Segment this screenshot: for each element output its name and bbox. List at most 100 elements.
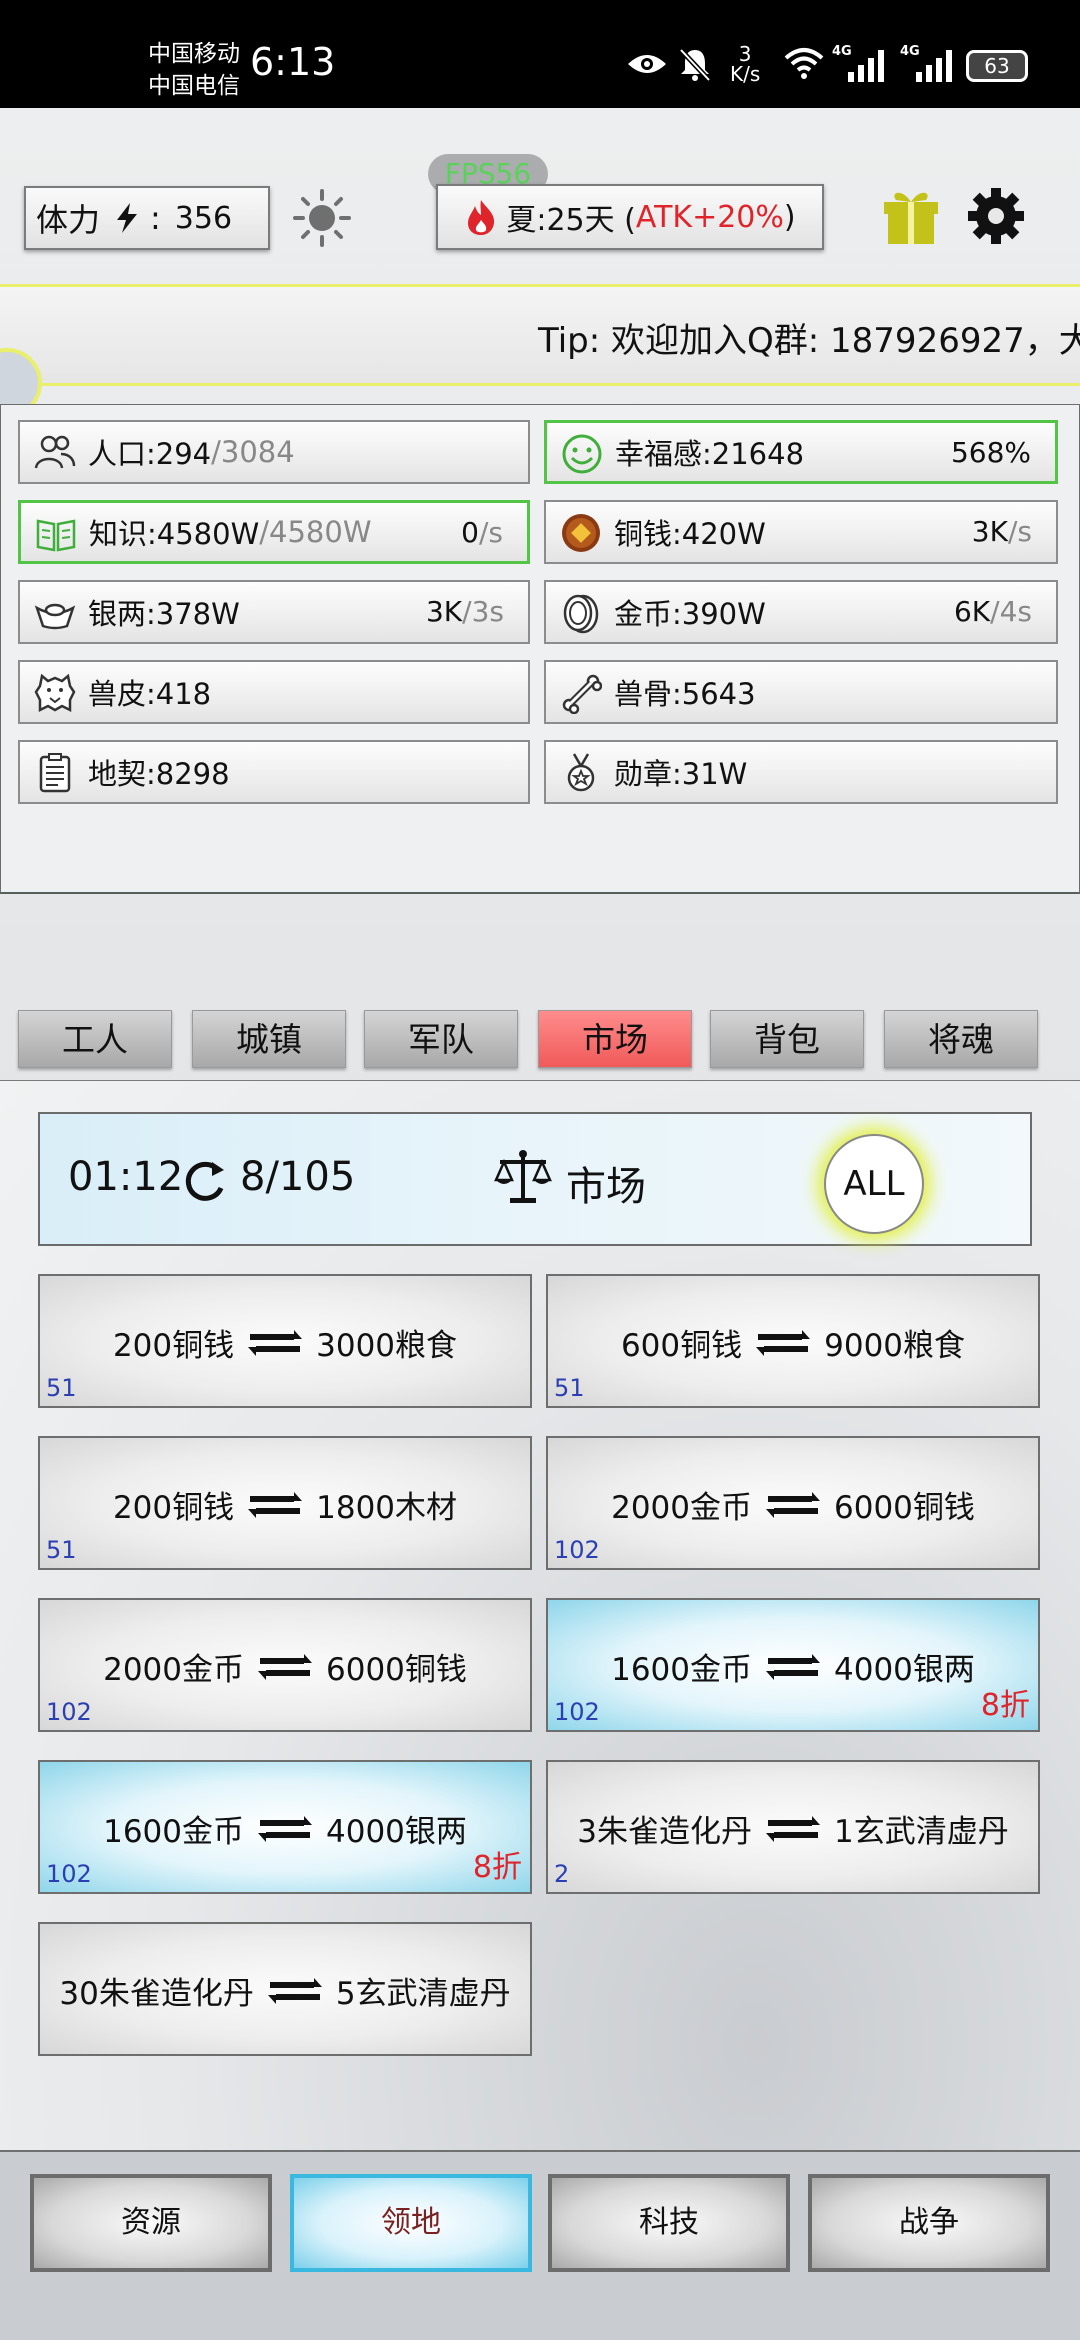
trade-card[interactable]: 3朱雀造化丹 1玄武清虚丹 2 [546, 1760, 1040, 1894]
eye-icon [628, 55, 666, 73]
swap-arrows-icon [766, 1654, 820, 1680]
swap-arrows-icon [258, 1816, 312, 1842]
gift-icon[interactable] [882, 186, 940, 246]
trade-card[interactable]: 30朱雀造化丹 5玄武清虚丹 [38, 1922, 532, 2056]
nav-war[interactable]: 战争 [808, 2174, 1050, 2272]
discount-badge: 8折 [980, 1688, 1030, 1723]
stamina-value: 356 [174, 200, 233, 236]
rate-value: 0 [461, 516, 479, 549]
sun-icon[interactable] [292, 188, 352, 248]
net-speed-value: 3 [738, 42, 752, 66]
net-speed-unit: K/s [730, 62, 761, 86]
trade-count: 102 [554, 1536, 600, 1564]
resource-label: 金币:390W [614, 597, 766, 631]
refresh-count: 8/105 [240, 1154, 356, 1200]
silver-ingot-icon [34, 603, 76, 630]
book-icon [36, 519, 76, 552]
resource-label: 人口:294 [88, 437, 212, 471]
copper-coin-icon [562, 514, 600, 552]
resource-label: 银两:378W [88, 597, 240, 631]
resource-rate: 3K/3s [426, 595, 504, 628]
balance-scale-icon [494, 1150, 552, 1203]
swap-arrows-icon [248, 1492, 303, 1518]
tab-market[interactable]: 市场 [538, 1010, 692, 1068]
nav-territory[interactable]: 领地 [290, 2174, 532, 2272]
stamina-label: 体力 [36, 201, 101, 239]
trade-give: 2000金币 [611, 1490, 752, 1526]
all-button[interactable]: ALL [824, 1134, 924, 1234]
nav-resources[interactable]: 资源 [30, 2174, 272, 2272]
tab-general-soul[interactable]: 将魂 [884, 1010, 1038, 1068]
resource-gold: 金币:390W 6K/4s [544, 580, 1058, 644]
market-timer: 01:12 [68, 1154, 184, 1200]
fire-icon [468, 200, 495, 235]
trade-card[interactable]: 600铜钱 9000粮食 51 [546, 1274, 1040, 1408]
resource-rate: 568% [951, 436, 1031, 469]
resource-silver: 银两:378W 3K/3s [18, 580, 530, 644]
trade-get: 5玄武清虚丹 [335, 1976, 511, 2012]
trade-give: 1600金币 [611, 1652, 752, 1688]
resource-max: /4580W [259, 515, 372, 549]
resource-population: 人口:294/3084 [18, 420, 530, 484]
resource-rate: 6K/4s [954, 595, 1032, 628]
trade-card-discounted[interactable]: 1600金币 4000银两 102 8折 [38, 1760, 532, 1894]
tip-text: Tip: 欢迎加入Q群: 187926927，大 [538, 321, 1080, 361]
carrier-2: 中国电信 [148, 73, 240, 99]
trade-give: 30朱雀造化丹 [59, 1976, 254, 2012]
trade-card[interactable]: 200铜钱 3000粮食 51 [38, 1274, 532, 1408]
trade-deal: 200铜钱 3000粮食 [40, 1320, 530, 1365]
resource-knowledge: 知识:4580W/4580W 0/s [18, 500, 530, 564]
trade-count: 102 [46, 1860, 92, 1888]
trade-give: 200铜钱 [112, 1328, 235, 1364]
deed-scroll-icon [39, 753, 71, 793]
trade-get: 1800木材 [316, 1490, 458, 1526]
battery-icon: 63 [966, 50, 1028, 82]
season-close: ) [783, 199, 796, 235]
resource-label: 地契:8298 [88, 757, 230, 791]
trade-count: 51 [46, 1536, 77, 1564]
trade-get: 6000铜钱 [834, 1490, 975, 1526]
rate-unit: /s [1007, 515, 1032, 548]
market-title: 市场 [566, 1164, 646, 1210]
discount-badge: 8折 [472, 1850, 522, 1885]
trade-deal: 1600金币 4000银两 [548, 1644, 1038, 1689]
stamina-sep: : [150, 199, 161, 237]
resource-rate: 3K/s [972, 515, 1032, 548]
medal-icon [567, 753, 595, 792]
resource-copper: 铜钱:420W 3K/s [544, 500, 1058, 564]
trade-card[interactable]: 2000金币 6000铜钱 102 [546, 1436, 1040, 1570]
trade-deal: 30朱雀造化丹 5玄武清虚丹 [40, 1968, 530, 2013]
rate-unit: /3s [462, 595, 504, 628]
clock: 6:13 [250, 40, 336, 84]
resource-deed: 地契:8298 [18, 740, 530, 804]
resource-medal: 勋章:31W [544, 740, 1058, 804]
swap-arrows-icon [258, 1654, 312, 1680]
trade-count: 2 [554, 1860, 570, 1888]
tab-town[interactable]: 城镇 [192, 1010, 346, 1068]
trade-get: 4000银两 [834, 1652, 975, 1688]
trade-card-discounted[interactable]: 1600金币 4000银两 102 8折 [546, 1598, 1040, 1732]
resource-label: 幸福感:21648 [615, 437, 805, 471]
trade-get: 3000粮食 [316, 1328, 458, 1364]
trade-card[interactable]: 200铜钱 1800木材 51 [38, 1436, 532, 1570]
trade-give: 200铜钱 [112, 1490, 235, 1526]
resource-label: 勋章:31W [614, 757, 748, 791]
tab-army[interactable]: 军队 [364, 1010, 518, 1068]
settings-gear-icon[interactable] [966, 186, 1026, 246]
resource-max: /3084 [211, 435, 295, 469]
trade-give: 3朱雀造化丹 [577, 1814, 752, 1850]
trade-get: 1玄武清虚丹 [834, 1814, 1009, 1850]
tab-bag[interactable]: 背包 [710, 1010, 864, 1068]
tab-workers[interactable]: 工人 [18, 1010, 172, 1068]
season-text: 夏:25天 ( [506, 203, 636, 238]
trade-card[interactable]: 2000金币 6000铜钱 102 [38, 1598, 532, 1732]
rate-value: 3K [425, 595, 463, 628]
refresh-icon[interactable] [180, 1158, 230, 1204]
lightning-icon [117, 203, 138, 233]
resource-label: 兽皮:418 [88, 677, 212, 711]
trade-deal: 3朱雀造化丹 1玄武清虚丹 [548, 1806, 1038, 1851]
nav-technology[interactable]: 科技 [548, 2174, 790, 2272]
bone-icon [562, 674, 602, 714]
rate-value: 3K [971, 515, 1008, 548]
swap-arrows-icon [267, 1978, 322, 2004]
